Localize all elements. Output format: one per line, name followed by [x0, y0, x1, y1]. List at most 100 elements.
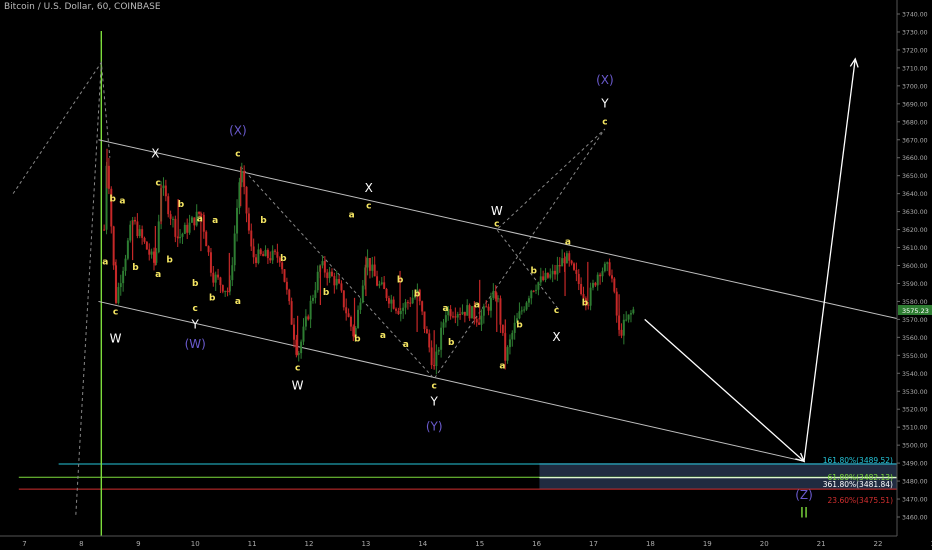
- candle-body: [266, 249, 269, 259]
- candle-body: [385, 289, 388, 299]
- candle-body: [596, 274, 599, 286]
- y-tick-label: 3690.00: [902, 101, 928, 108]
- y-tick-label: 3570.00: [902, 317, 928, 324]
- candle-body: [582, 294, 585, 299]
- candle-body: [542, 276, 545, 280]
- candle-body: [335, 279, 338, 286]
- candle-body: [349, 316, 352, 327]
- candle-body: [442, 322, 445, 328]
- wave-label-7: X: [151, 147, 159, 161]
- candle-body: [340, 283, 343, 291]
- wave-label-36: Y: [430, 395, 439, 409]
- candle-body: [321, 261, 324, 266]
- wave-label-1: a: [102, 257, 108, 267]
- candle-body: [207, 246, 210, 253]
- candle-body: [459, 314, 462, 316]
- candle-body: [409, 302, 412, 304]
- wave-label-5: W: [110, 332, 122, 346]
- candle-body: [546, 272, 549, 278]
- candle-body: [209, 252, 212, 273]
- wave-label-23: b: [280, 254, 287, 264]
- fib-label-2: 361.80%(3481.84): [823, 480, 893, 489]
- x-tick-label: 17: [589, 540, 598, 548]
- wave-label-27: a: [349, 211, 355, 221]
- candle-body: [594, 282, 597, 286]
- candle-body: [169, 214, 172, 219]
- candle-body: [599, 274, 602, 277]
- candle-body: [527, 298, 530, 303]
- y-tick-label: 3660.00: [902, 155, 928, 162]
- candle-body: [482, 306, 485, 316]
- candle-body: [136, 221, 139, 237]
- candle-body: [171, 218, 174, 220]
- candle-body: [603, 263, 606, 272]
- candle-body: [449, 309, 452, 317]
- candle-body: [138, 229, 141, 237]
- candle-body: [274, 250, 277, 252]
- y-tick-label: 3580.00: [902, 299, 928, 306]
- y-tick-label: 3670.00: [902, 137, 928, 144]
- x-tick-label: 22: [874, 540, 883, 548]
- wave-label-28: b: [354, 335, 361, 345]
- candle-body: [342, 290, 345, 308]
- wave-label-47: X: [552, 330, 560, 344]
- candle-body: [470, 306, 473, 319]
- candle-body: [395, 308, 398, 311]
- candle-body: [565, 253, 568, 264]
- candle-body: [468, 305, 471, 319]
- candle-body: [181, 233, 184, 237]
- x-tick-label: 10: [191, 540, 200, 548]
- candle-body: [380, 282, 383, 285]
- wave-label-11: b: [178, 200, 185, 210]
- candle-body: [444, 315, 447, 323]
- candle-body: [508, 339, 511, 348]
- candle-body: [112, 226, 115, 266]
- candle-body: [591, 282, 594, 288]
- candle-body: [224, 290, 227, 292]
- y-tick-label: 3530.00: [902, 389, 928, 396]
- wave-label-15: Y: [191, 317, 200, 331]
- candle-body: [338, 279, 341, 284]
- candle-body: [535, 289, 538, 291]
- candle-body: [601, 271, 604, 277]
- y-tick-label: 3500.00: [902, 443, 928, 450]
- candle-body: [437, 349, 440, 352]
- x-tick-label: 13: [361, 540, 370, 548]
- candle-body: [428, 333, 431, 348]
- wave-label-51: Y: [600, 96, 609, 110]
- candle-body: [620, 329, 623, 336]
- candle-body: [214, 274, 217, 283]
- x-tick-label: 19: [703, 540, 712, 548]
- price-chart[interactable]: Iab acWbXcabbabcY(W)ab(X)cabbcWbabXcababc…: [0, 0, 932, 550]
- candle-body: [314, 290, 317, 298]
- candle-body: [570, 260, 573, 264]
- candle-body: [307, 316, 310, 320]
- wave-label-25: W: [292, 378, 304, 392]
- candle-body: [226, 290, 229, 292]
- candle-body: [233, 233, 236, 266]
- candle-body: [361, 285, 364, 303]
- candle-body: [162, 185, 165, 189]
- wave-label-14: c: [193, 304, 198, 314]
- candle-body: [143, 237, 146, 242]
- candle-body: [212, 272, 215, 283]
- candle-body: [390, 299, 393, 304]
- candle-body: [183, 224, 186, 234]
- candle-body: [440, 327, 443, 350]
- candle-body: [259, 249, 262, 254]
- fib-label-0: 161.80%(3489.52): [823, 456, 893, 465]
- y-tick-label: 3740.00: [902, 12, 928, 19]
- candle-body: [478, 322, 481, 325]
- candle-body: [202, 214, 205, 232]
- candle-body: [174, 218, 177, 237]
- candle-body: [371, 264, 374, 271]
- candle-body: [328, 271, 331, 279]
- candle-body: [357, 309, 360, 329]
- wave-label-29: X: [365, 181, 373, 195]
- candle-body: [606, 262, 609, 264]
- candle-body: [316, 271, 319, 291]
- candle-body: [257, 249, 260, 263]
- candle-body: [525, 302, 528, 310]
- wave-label-24: c: [295, 363, 300, 373]
- y-tick-label: 3710.00: [902, 65, 928, 72]
